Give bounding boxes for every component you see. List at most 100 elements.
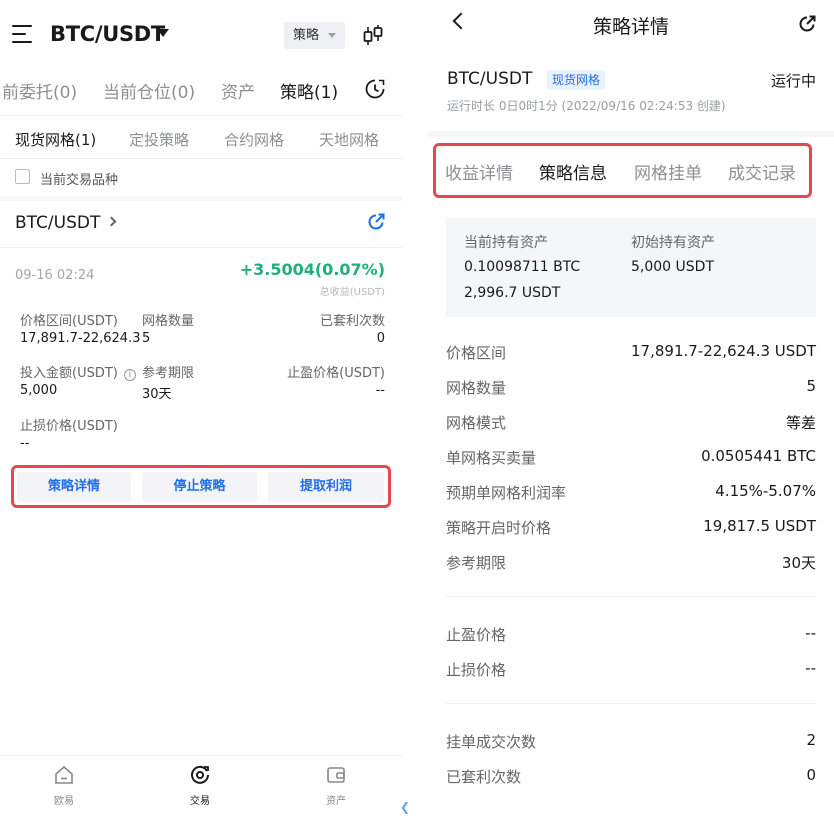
caret-down-icon	[328, 33, 336, 38]
invest-value: 5,000	[20, 383, 58, 398]
invest-label: 投入金额(USDT)	[20, 366, 118, 381]
bottom-nav: 欧易 交易 资产	[0, 755, 402, 820]
current-btc: 0.10098711 BTC	[464, 259, 581, 275]
stop-loss-value: --	[805, 659, 816, 677]
strategy-detail-button[interactable]: 策略详情	[17, 472, 131, 502]
app-root: BTC/USDT 策略 前委托(0) 当前仓位(0) 资产 策略(1) 现货网格…	[0, 0, 834, 820]
profit-rate-value: 4.15%-5.07%	[715, 482, 816, 500]
profit-rate-label: 预期单网格利润率	[446, 484, 567, 502]
tab-pnl-detail[interactable]: 收益详情	[445, 159, 513, 184]
tab-grid-orders[interactable]: 网格挂单	[634, 159, 702, 184]
page-title: 策略详情	[592, 16, 669, 38]
current-pair-checkbox[interactable]	[15, 169, 30, 184]
menu-icon[interactable]	[12, 25, 32, 43]
caret-down-icon[interactable]	[157, 29, 169, 37]
filled-orders-value: 2	[806, 731, 816, 749]
candlestick-icon[interactable]	[362, 24, 384, 48]
share-icon[interactable]	[366, 212, 386, 232]
status-text: 运行中	[770, 72, 816, 90]
divider	[446, 596, 816, 597]
grid-mode-value: 等差	[785, 414, 816, 432]
history-clock-icon[interactable]	[364, 78, 386, 100]
detail-pair: BTC/USDT	[447, 69, 533, 89]
take-profit-value: --	[805, 624, 816, 642]
trade-icon	[191, 765, 209, 784]
tab-strategy[interactable]: 策略(1)	[280, 78, 338, 103]
withdraw-profit-button[interactable]: 提取利润	[268, 472, 384, 502]
chevron-right-icon	[106, 216, 117, 227]
strategy-detail-screen: 策略详情 BTC/USDT 现货网格 运行中 运行时长 0日0时1分 (2022…	[428, 0, 834, 820]
take-profit-label: 止盈价格	[446, 626, 507, 644]
tab-assets[interactable]: 资产	[221, 78, 255, 103]
tab-strategy-info[interactable]: 策略信息	[539, 159, 607, 184]
main-tabs: 前委托(0) 当前仓位(0) 资产 策略(1)	[0, 70, 402, 116]
filled-orders-label: 挂单成交次数	[446, 733, 537, 751]
arb-count-label: 已套利次数	[446, 768, 522, 786]
period-value: 30天	[781, 554, 816, 572]
strategy-card-header[interactable]: BTC/USDT	[0, 201, 402, 248]
filter-label: 当前交易品种	[40, 173, 119, 188]
tab-open-orders[interactable]: 前委托(0)	[2, 78, 77, 103]
initial-holdings-label: 初始持有资产	[631, 235, 715, 251]
total-pnl-label: 总收益(USDT)	[319, 287, 385, 298]
stop-strategy-button[interactable]: 停止策略	[142, 472, 257, 502]
share-icon[interactable]	[797, 14, 817, 34]
nav-trade-label: 交易	[190, 796, 210, 807]
tab-spot-grid[interactable]: 现货网格(1)	[15, 129, 96, 150]
period-value: 30天	[142, 387, 172, 402]
grid-count-label: 网格数量	[446, 379, 507, 397]
start-price-value: 19,817.5 USDT	[703, 517, 816, 535]
top-bar: BTC/USDT 策略	[0, 0, 402, 70]
start-price-label: 策略开启时价格	[446, 519, 552, 537]
wallet-icon	[327, 767, 345, 783]
tab-dca[interactable]: 定投策略	[129, 129, 189, 150]
pair-selector[interactable]: BTC/USDT	[50, 22, 165, 46]
arb-count-value: 0	[806, 766, 816, 784]
grid-count-label: 网格数量	[142, 314, 195, 329]
current-usdt: 2,996.7 USDT	[464, 285, 561, 301]
divider	[446, 703, 816, 704]
grid-count-value: 5	[806, 377, 816, 395]
stop-loss-value: --	[20, 436, 30, 451]
nav-home[interactable]: 欧易	[34, 764, 94, 808]
nav-assets-label: 资产	[326, 796, 346, 807]
current-holdings-label: 当前持有资产	[464, 235, 548, 251]
nav-trade[interactable]: 交易	[170, 764, 230, 808]
take-profit-value: --	[375, 383, 385, 398]
home-icon	[55, 765, 73, 784]
strategy-created-date: 09-16 02:24	[15, 268, 95, 283]
runtime-text: 运行时长 0日0时1分 (2022/09/16 02:24:53 创建)	[447, 99, 726, 113]
tab-infinity-grid[interactable]: 天地网格	[319, 129, 379, 150]
section-gap	[428, 131, 834, 137]
mode-selector[interactable]: 策略	[284, 22, 345, 49]
tab-trade-history[interactable]: 成交记录	[728, 159, 796, 184]
info-icon[interactable]: i	[123, 369, 136, 381]
price-range-label: 价格区间	[446, 344, 507, 362]
nav-home-label: 欧易	[54, 796, 74, 807]
collapse-arrow-icon[interactable]: ❮	[400, 800, 410, 814]
holdings-panel: 当前持有资产 0.10098711 BTC 2,996.7 USDT 初始持有资…	[446, 218, 816, 317]
stop-loss-label: 止损价格(USDT)	[20, 419, 118, 434]
trade-screen: BTC/USDT 策略 前委托(0) 当前仓位(0) 资产 策略(1) 现货网格…	[0, 0, 402, 820]
invest-label-wrap: 投入金额(USDT) i	[20, 362, 136, 381]
strategy-type-badge: 现货网格	[547, 70, 606, 90]
tab-futures-grid[interactable]: 合约网格	[224, 129, 284, 150]
nav-assets[interactable]: 资产	[306, 764, 366, 808]
per-grid-qty-value: 0.0505441 BTC	[701, 447, 816, 465]
strategy-sub-tabs: 现货网格(1) 定投策略 合约网格 天地网格	[0, 117, 402, 159]
total-pnl: +3.5004(0.07%)	[239, 260, 385, 279]
price-range-label: 价格区间(USDT)	[20, 314, 118, 329]
price-range-value: 17,891.7-22,624.3	[20, 331, 141, 346]
initial-usdt: 5,000 USDT	[631, 259, 714, 275]
detail-header: 策略详情	[428, 0, 834, 50]
stop-loss-label: 止损价格	[446, 661, 507, 679]
filter-row: 当前交易品种	[0, 160, 402, 196]
period-label: 参考期限	[142, 366, 195, 381]
tab-positions[interactable]: 当前仓位(0)	[103, 78, 195, 103]
arb-count-value: 0	[376, 331, 385, 346]
per-grid-qty-label: 单网格买卖量	[446, 449, 537, 467]
take-profit-label: 止盈价格(USDT)	[287, 366, 385, 381]
mode-label: 策略	[293, 28, 320, 43]
strategy-pair[interactable]: BTC/USDT	[15, 213, 100, 233]
grid-mode-label: 网格模式	[446, 414, 507, 432]
